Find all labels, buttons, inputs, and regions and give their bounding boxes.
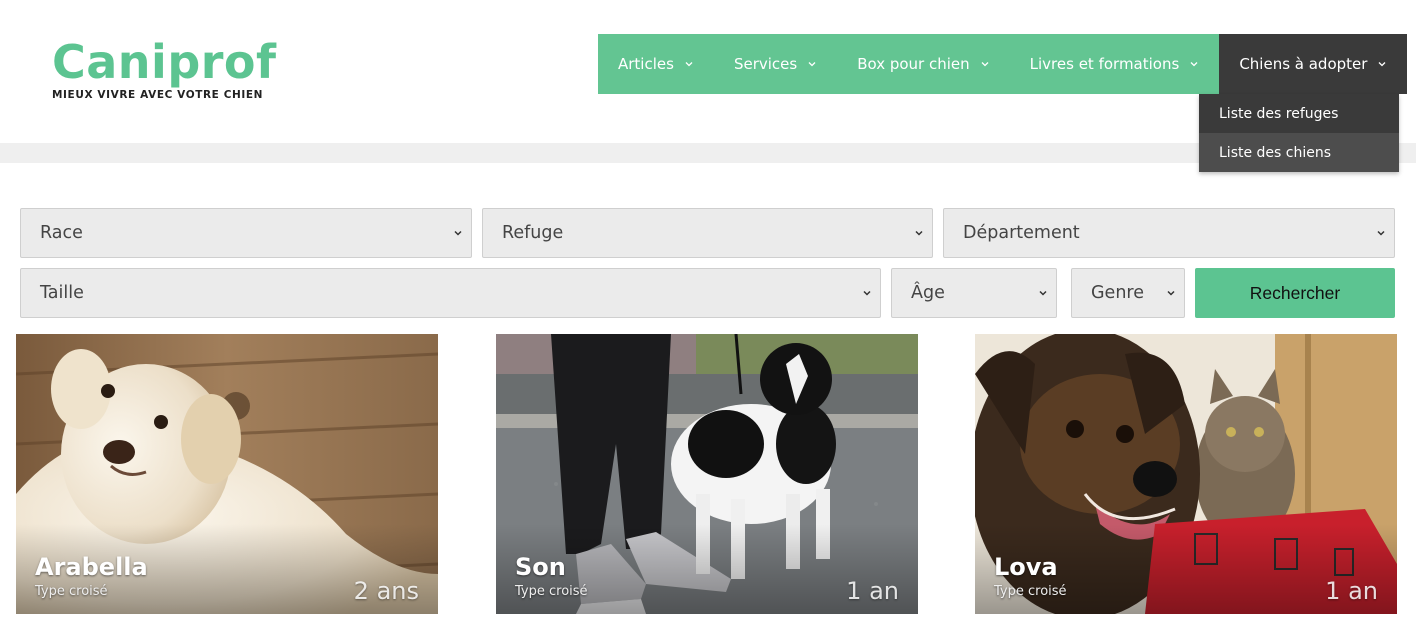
nav-item-livres[interactable]: Livres et formations [1010,34,1220,94]
nav-dropdown-menu: Liste des refuges Liste des chiens [1199,94,1399,172]
dog-age: 1 an [846,577,899,605]
chevron-down-icon [1378,62,1386,67]
chevron-down-icon [1167,290,1175,296]
main-nav: Articles Services Box pour chien Livres … [598,34,1408,94]
departement-select-value: Département [963,223,1080,243]
nav-item-label: Chiens à adopter [1239,55,1368,73]
search-button[interactable]: Rechercher [1195,268,1395,318]
nav-item-label: Articles [618,55,674,73]
nav-item-chiens-a-adopter[interactable]: Chiens à adopter [1219,34,1408,94]
dog-name: Lova [994,553,1058,581]
dog-name: Arabella [35,553,148,581]
logo-title: Caniprof [52,35,277,89]
age-select-value: Âge [911,283,945,303]
dropdown-item-refuges[interactable]: Liste des refuges [1199,94,1399,133]
nav-item-box[interactable]: Box pour chien [837,34,1009,94]
genre-select[interactable]: Genre [1071,268,1185,318]
dog-card-lova[interactable]: Lova Type croisé 1 an [975,334,1397,614]
logo[interactable]: Caniprof MIEUX VIVRE AVEC VOTRE CHIEN [52,36,277,101]
chevron-down-icon [454,230,462,236]
chevron-down-icon [981,62,989,67]
nav-item-articles[interactable]: Articles [598,34,714,94]
refuge-select-value: Refuge [502,223,564,243]
dropdown-item-chiens[interactable]: Liste des chiens [1199,133,1399,172]
chevron-down-icon [1377,230,1385,236]
refuge-select[interactable]: Refuge [482,208,933,258]
chevron-down-icon [808,62,816,67]
nav-item-services[interactable]: Services [714,34,837,94]
age-select[interactable]: Âge [891,268,1057,318]
logo-tagline: MIEUX VIVRE AVEC VOTRE CHIEN [52,89,264,101]
nav-item-label: Livres et formations [1029,55,1180,73]
dog-type: Type croisé [35,584,108,599]
taille-select-value: Taille [40,283,84,303]
genre-select-value: Genre [1091,283,1144,303]
chevron-down-icon [915,230,923,236]
dog-age: 1 an [1325,577,1378,605]
dog-card-arabella[interactable]: Arabella Type croisé 2 ans [16,334,438,614]
taille-select[interactable]: Taille [20,268,881,318]
dog-name: Son [515,553,566,581]
dog-card-son[interactable]: Son Type croisé 1 an [496,334,918,614]
chevron-down-icon [1039,290,1047,296]
dog-age: 2 ans [353,577,419,605]
nav-item-label: Services [733,55,798,73]
race-select[interactable]: Race [20,208,472,258]
chevron-down-icon [685,62,693,67]
dog-type: Type croisé [515,584,588,599]
chevron-down-icon [1190,62,1198,67]
race-select-value: Race [40,223,83,243]
departement-select[interactable]: Département [943,208,1395,258]
nav-item-label: Box pour chien [857,55,970,73]
chevron-down-icon [863,290,871,296]
dog-type: Type croisé [994,584,1067,599]
